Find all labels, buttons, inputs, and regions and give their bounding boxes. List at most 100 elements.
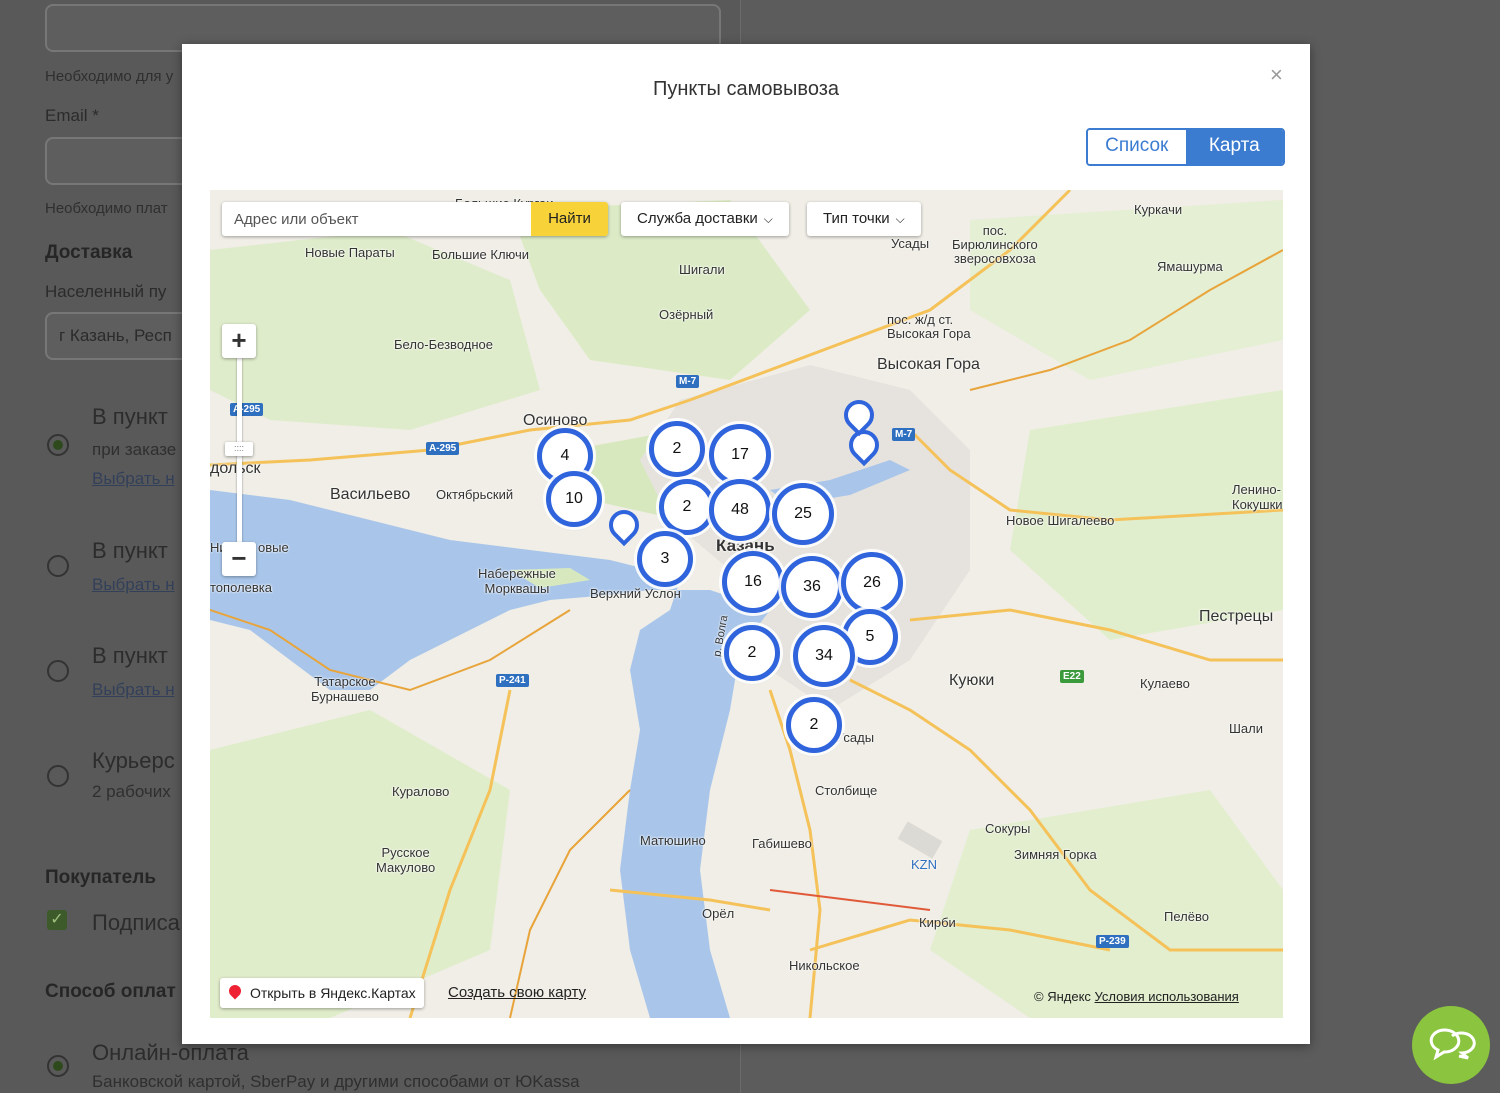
place-label: Бело-Безводное bbox=[394, 337, 493, 352]
road-shield: Р-241 bbox=[496, 674, 529, 687]
chevron-down-icon: ⌵ bbox=[763, 212, 773, 226]
place-label: овые bbox=[258, 540, 289, 555]
pickup-cluster[interactable]: 25 bbox=[772, 483, 834, 545]
pickup-cluster[interactable]: 2 bbox=[649, 421, 705, 477]
delivery-option-2-title: В пункт bbox=[92, 538, 168, 563]
place-label: Новое Шигалеево bbox=[1006, 513, 1115, 528]
place-label: Васильево bbox=[330, 486, 411, 503]
place-label: Осиново bbox=[523, 412, 588, 429]
pickup-cluster[interactable]: 17 bbox=[709, 424, 771, 486]
place-label: Набережные Морквашы bbox=[478, 566, 556, 596]
delivery-radio-2[interactable] bbox=[47, 555, 69, 577]
point-type-dropdown[interactable]: Тип точки ⌵ bbox=[807, 202, 921, 236]
city-value: г Казань, Респ bbox=[59, 326, 172, 345]
place-label: Кирби bbox=[919, 915, 956, 930]
pickup-points-modal: Пункты самовывоза × Список Карта Новые П… bbox=[182, 44, 1310, 1044]
subscribe-checkbox[interactable]: ✓ bbox=[47, 910, 67, 930]
pickup-cluster[interactable]: 34 bbox=[793, 625, 855, 687]
pickup-cluster[interactable]: 10 bbox=[546, 471, 602, 527]
place-label: Куркачи bbox=[1134, 202, 1183, 217]
create-map-link[interactable]: Создать свою карту bbox=[448, 984, 586, 1001]
zoom-in-button[interactable]: + bbox=[222, 324, 256, 358]
delivery-radio-4[interactable] bbox=[47, 765, 69, 787]
place-label: пос. Бирюлинского зверосовхоза bbox=[952, 223, 1038, 266]
pickup-cluster[interactable]: 2 bbox=[786, 697, 842, 753]
place-label: Зимняя Горка bbox=[1014, 847, 1097, 862]
place-label: Никольское bbox=[789, 958, 860, 973]
place-label: Ленино- Кокушки bbox=[1232, 482, 1283, 512]
map-search-button[interactable]: Найти bbox=[531, 202, 608, 236]
buyer-heading: Покупатель bbox=[45, 867, 157, 888]
tab-list[interactable]: Список bbox=[1088, 130, 1186, 164]
delivery-service-label: Служба доставки bbox=[637, 210, 758, 227]
map-copyright: © Яндекс Условия использования bbox=[1034, 989, 1239, 1004]
zoom-control: :::: + − bbox=[222, 324, 258, 576]
place-label: Куюки bbox=[949, 672, 995, 689]
open-in-yandex-maps-button[interactable]: Открыть в Яндекс.Картах bbox=[220, 978, 424, 1008]
airport-label: KZN bbox=[911, 857, 937, 872]
place-label: тополевка bbox=[210, 580, 272, 595]
map-search-input[interactable] bbox=[222, 202, 546, 236]
place-label: Новые Параты bbox=[305, 245, 395, 260]
pickup-cluster[interactable]: 48 bbox=[709, 479, 771, 541]
pickup-cluster[interactable]: 2 bbox=[724, 625, 780, 681]
delivery-option-3-link[interactable]: Выбрать н bbox=[92, 680, 175, 700]
delivery-option-1-link[interactable]: Выбрать н bbox=[92, 469, 175, 489]
place-label: пос. ж/д ст. Высокая Гора bbox=[887, 312, 971, 341]
delivery-option-1-title: В пункт bbox=[92, 404, 168, 429]
copyright-text: © Яндекс bbox=[1034, 989, 1091, 1004]
place-label: Высокая Гора bbox=[877, 356, 980, 373]
map-marker-icon bbox=[226, 982, 244, 1000]
place-label: Татарское Бурнашево bbox=[311, 674, 379, 704]
email-hint: Необходимо плат bbox=[45, 200, 168, 217]
zoom-slider-handle[interactable]: :::: bbox=[225, 442, 253, 456]
pickup-cluster[interactable]: 3 bbox=[637, 531, 693, 587]
delivery-radio-1[interactable] bbox=[47, 434, 69, 456]
road-shield: М-7 bbox=[676, 375, 700, 388]
tab-map[interactable]: Карта bbox=[1185, 130, 1283, 164]
place-label: Матюшино bbox=[640, 833, 706, 848]
chevron-down-icon: ⌵ bbox=[895, 212, 905, 226]
place-label: Октябрьский bbox=[436, 487, 514, 502]
delivery-service-dropdown[interactable]: Служба доставки ⌵ bbox=[621, 202, 789, 236]
chat-button[interactable] bbox=[1412, 1006, 1490, 1084]
map-search-box: Найти bbox=[222, 202, 608, 236]
place-label: Русское Макулово bbox=[376, 845, 436, 875]
place-label: Шигали bbox=[679, 262, 725, 277]
payment-option-sub: Банковской картой, SberPay и другими спо… bbox=[92, 1072, 580, 1091]
payment-heading: Способ оплат bbox=[45, 981, 176, 1002]
delivery-option-3-title: В пункт bbox=[92, 643, 168, 668]
road-shield: М-7 bbox=[892, 428, 916, 441]
close-icon[interactable]: × bbox=[1270, 62, 1283, 88]
place-label: Усады bbox=[836, 730, 875, 745]
place-label: Кулаево bbox=[1140, 676, 1190, 691]
place-label: Сокуры bbox=[985, 821, 1031, 836]
place-label: Шали bbox=[1229, 721, 1263, 736]
delivery-option-4-title: Курьерс bbox=[92, 748, 175, 773]
road-shield: А-295 bbox=[426, 442, 460, 455]
pickup-cluster[interactable]: 26 bbox=[841, 552, 903, 614]
city-label: Населенный пу bbox=[45, 282, 167, 301]
place-label: Усады bbox=[891, 236, 930, 251]
place-label: Орёл bbox=[702, 906, 735, 921]
chat-bubbles-icon bbox=[1429, 1028, 1476, 1061]
phone-hint: Необходимо для у bbox=[45, 68, 174, 85]
terms-of-use-link[interactable]: Условия использования bbox=[1095, 989, 1239, 1004]
delivery-radio-3[interactable] bbox=[47, 660, 69, 682]
place-label: Столбище bbox=[815, 783, 878, 798]
road-shield: Р-239 bbox=[1096, 935, 1129, 948]
pickup-cluster[interactable]: 2 bbox=[659, 479, 715, 535]
point-type-label: Тип точки bbox=[823, 210, 890, 227]
yandex-map[interactable]: Большие Кургаи Новые Параты Большие Ключ… bbox=[210, 190, 1283, 1018]
zoom-out-button[interactable]: − bbox=[222, 542, 256, 576]
road-shield: Е22 bbox=[1060, 670, 1084, 683]
open-in-yandex-maps-label: Открыть в Яндекс.Картах bbox=[250, 985, 416, 1001]
pickup-cluster[interactable]: 36 bbox=[781, 556, 843, 618]
delivery-heading: Доставка bbox=[45, 242, 133, 263]
view-toggle: Список Карта bbox=[1086, 128, 1285, 166]
delivery-option-2-link[interactable]: Выбрать н bbox=[92, 575, 175, 595]
place-label: Большие Ключи bbox=[432, 247, 530, 262]
pickup-cluster[interactable]: 16 bbox=[722, 551, 784, 613]
payment-radio[interactable] bbox=[47, 1055, 69, 1077]
place-label: Озёрный bbox=[659, 307, 714, 322]
